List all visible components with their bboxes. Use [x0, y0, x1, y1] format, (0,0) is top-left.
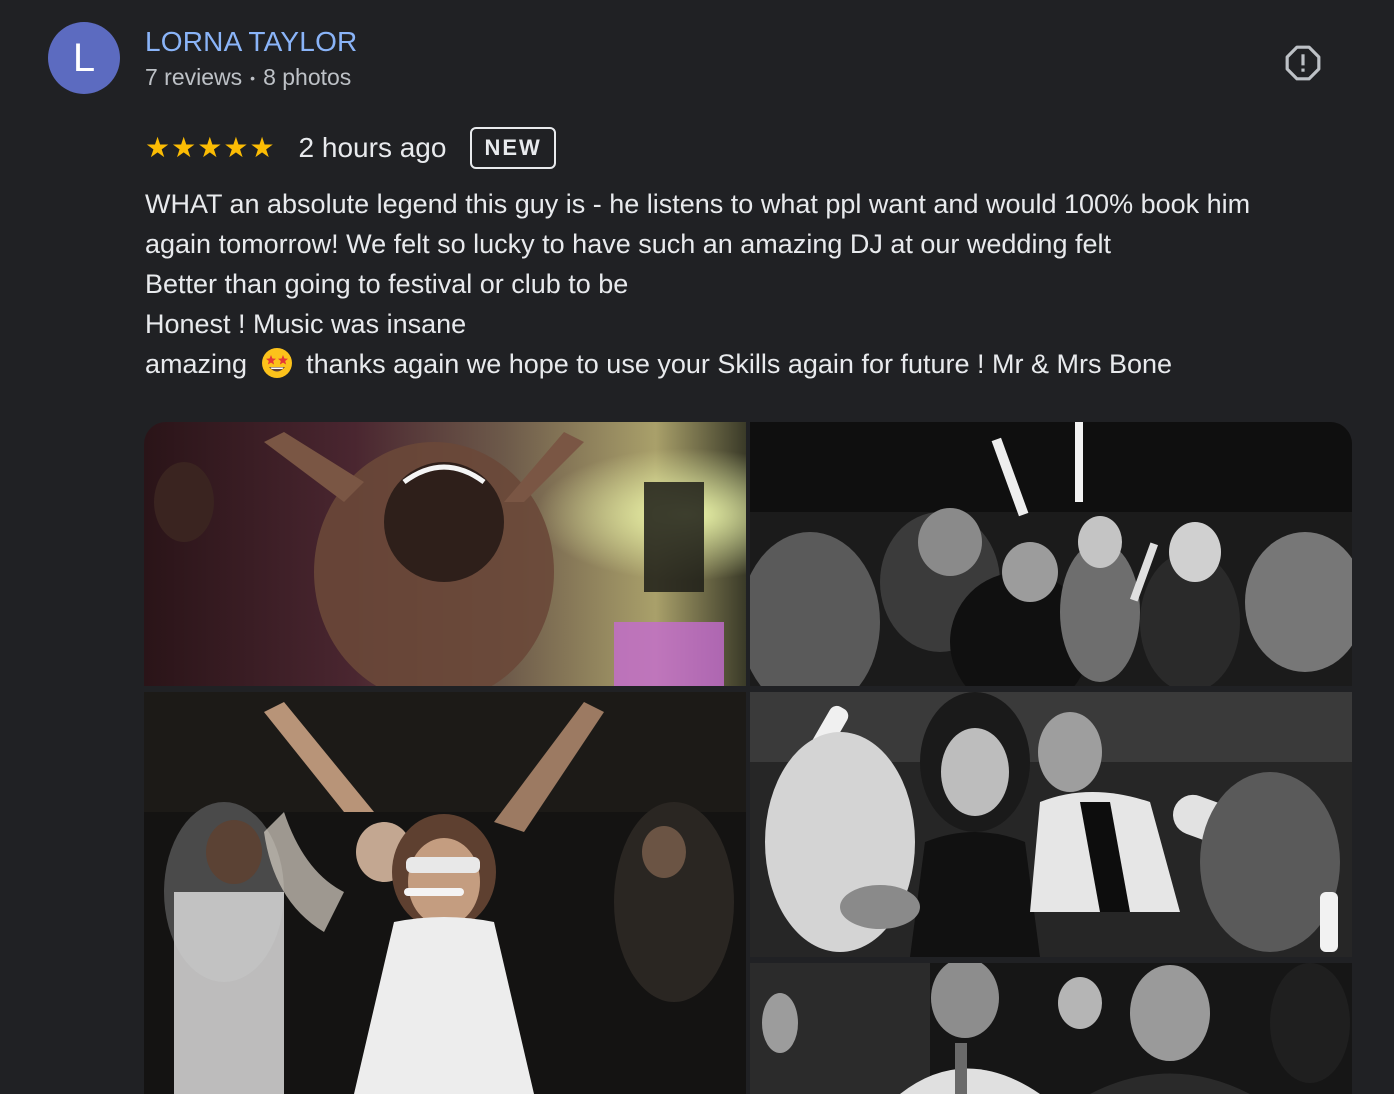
star-icon: ★	[249, 132, 275, 163]
photo-grid	[144, 422, 1352, 1094]
star-icon: ★	[171, 132, 197, 163]
review-text-line: Honest ! Music was insane	[145, 309, 467, 339]
photo-guests-glowsticks-image	[750, 422, 1352, 686]
star-icon: ★	[223, 132, 249, 163]
review-text-fragment: thanks again we hope to use your Skills …	[306, 349, 1173, 379]
photo-men-cheering-image	[750, 963, 1352, 1094]
separator-dot: •	[250, 69, 256, 86]
photo-guests-glowsticks[interactable]	[750, 422, 1352, 686]
report-icon	[1285, 45, 1321, 81]
photo-woman-sunglasses-image	[144, 692, 746, 1094]
author-meta: 7 reviews • 8 photos	[145, 64, 351, 91]
review-card: L LORNA TAYLOR 7 reviews • 8 photos ★ ★ ★ ★…	[0, 0, 1394, 1094]
star-icon: ★	[145, 132, 171, 163]
photo-men-cheering[interactable]	[750, 963, 1352, 1094]
avatar-initial: L	[72, 35, 96, 80]
star-icon: ★	[197, 132, 223, 163]
review-time: 2 hours ago	[298, 132, 447, 163]
photo-count: 8 photos	[263, 64, 352, 90]
photo-couple-dancing[interactable]	[750, 692, 1352, 957]
review-text-line: WHAT an absolute legend this guy is - he…	[145, 189, 1251, 219]
new-badge: NEW	[470, 127, 556, 169]
review-text-line-last: amazing thanks again we hope to use your…	[145, 344, 1345, 384]
report-button[interactable]	[1280, 40, 1326, 86]
review-count: 7 reviews	[145, 64, 243, 90]
review-text-fragment: amazing	[145, 349, 248, 379]
avatar[interactable]: L	[48, 22, 120, 94]
rating-row: ★ ★ ★ ★ ★ 2 hours ago NEW	[145, 124, 556, 172]
review-text-line: Better than going to festival or club to…	[145, 269, 629, 299]
author-name[interactable]: LORNA TAYLOR	[145, 26, 357, 58]
review-text-line: again tomorrow! We felt so lucky to have…	[145, 229, 1111, 259]
review-text: WHAT an absolute legend this guy is - he…	[145, 184, 1345, 384]
photo-bride-dancing-image	[144, 422, 746, 686]
photo-woman-sunglasses[interactable]	[144, 692, 746, 1094]
star-rating: ★ ★ ★ ★ ★	[145, 134, 275, 162]
photo-bride-dancing[interactable]	[144, 422, 746, 686]
photo-couple-dancing-image	[750, 692, 1352, 957]
star-struck-emoji-icon	[261, 348, 292, 378]
